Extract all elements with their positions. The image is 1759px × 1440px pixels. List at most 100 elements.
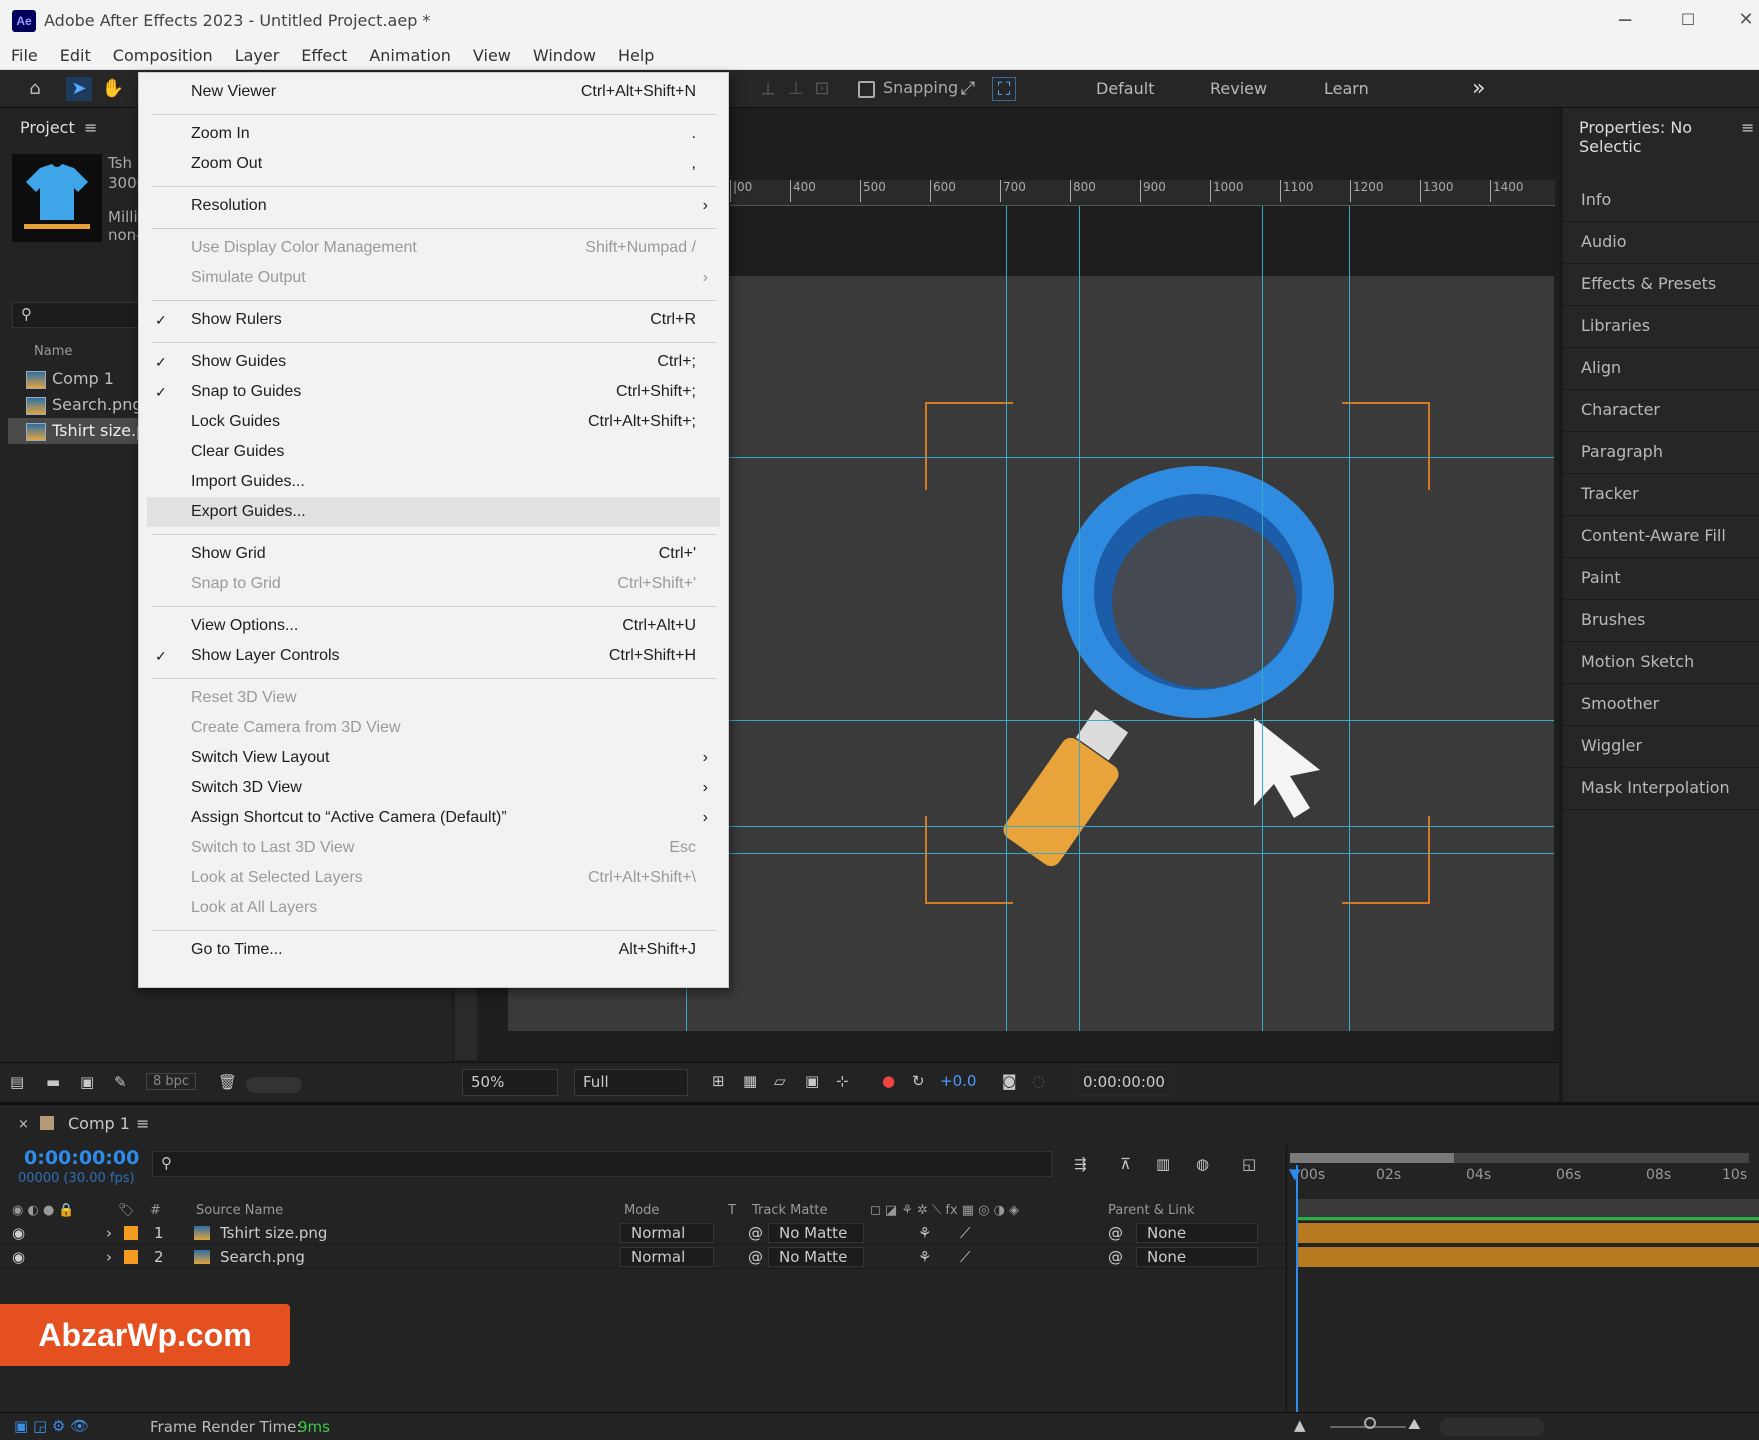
layer-switches-icon[interactable]: ▣ ◲ ⚙ 👁 [14, 1417, 89, 1435]
comp-tab[interactable]: Comp 1 [68, 1114, 130, 1133]
layer-duration-bar[interactable] [1296, 1223, 1759, 1243]
menu-item-switch-3d-view[interactable]: Switch 3D View › [139, 773, 728, 803]
menu-animation[interactable]: Animation [358, 46, 462, 65]
show-snapshot-icon[interactable]: ◌ [1032, 1072, 1045, 1090]
matte-pickwhip-icon[interactable]: @ [748, 1224, 763, 1242]
axis-world-icon[interactable]: ⊥ [786, 77, 806, 101]
menu-item-export-guides[interactable]: Export Guides... [147, 497, 720, 527]
current-timecode[interactable]: 0:00:00:00 [24, 1147, 139, 1169]
playhead[interactable] [1296, 1165, 1298, 1413]
transparency-grid-icon[interactable]: ▦ [743, 1072, 757, 1090]
menu-item-switch-view-layout[interactable]: Switch View Layout › [139, 743, 728, 773]
menu-item-assign-shortcut-to-active-camera-default[interactable]: Assign Shortcut to “Active Camera (Defau… [139, 803, 728, 833]
workspace-default[interactable]: Default [1096, 70, 1154, 108]
menu-layer[interactable]: Layer [224, 46, 291, 65]
menu-item-zoom-out[interactable]: Zoom Out, [139, 149, 728, 179]
expand-chevron-icon[interactable]: › [106, 1224, 112, 1242]
menu-item-show-rulers[interactable]: ✓ Show Rulers Ctrl+R [139, 305, 728, 335]
new-folder-icon[interactable]: ▬ [46, 1073, 60, 1091]
exposure-value[interactable]: +0.0 [940, 1072, 976, 1090]
home-icon[interactable]: ⌂ [22, 77, 48, 101]
magnification-dropdown[interactable]: 50% [462, 1069, 558, 1096]
resolution-dropdown[interactable]: Full [574, 1069, 688, 1096]
panel-paragraph[interactable]: Paragraph [1563, 432, 1759, 474]
panel-content-aware-fill[interactable]: Content-Aware Fill [1563, 516, 1759, 558]
axis-icon[interactable]: ⟂ [758, 77, 778, 101]
minimize-button[interactable]: ─ [1605, 6, 1645, 34]
menu-item-import-guides[interactable]: Import Guides... [139, 467, 728, 497]
frame-blending-icon[interactable]: ▥ [1156, 1155, 1170, 1173]
panel-info[interactable]: Info [1563, 180, 1759, 222]
guide-vertical[interactable] [1262, 206, 1263, 1031]
snapshot-icon[interactable]: ◙ [1002, 1072, 1017, 1090]
expand-chevron-icon[interactable]: › [106, 1248, 112, 1266]
mode-dropdown[interactable]: Normal [620, 1247, 714, 1267]
motion-blur-icon[interactable]: ◍ [1196, 1155, 1209, 1173]
quality-icon[interactable]: ⟋ [960, 1248, 971, 1266]
menu-item-view-options[interactable]: View Options... Ctrl+Alt+U [139, 611, 728, 641]
playhead-handle-icon[interactable]: ▼ [1289, 1165, 1301, 1183]
panel-menu-icon[interactable]: ≡ [84, 118, 97, 137]
zoom-slider-handle[interactable] [1364, 1417, 1376, 1429]
shy-icon[interactable]: ⚘ [918, 1224, 931, 1242]
mode-dropdown[interactable]: Normal [620, 1223, 714, 1243]
layer-duration-bar[interactable] [1296, 1247, 1759, 1267]
menu-effect[interactable]: Effect [290, 46, 358, 65]
guide-vertical[interactable] [1349, 206, 1350, 1031]
shy-icon[interactable]: ⚘ [918, 1248, 931, 1266]
eye-icon[interactable]: ◉ [12, 1248, 25, 1266]
menu-help[interactable]: Help [607, 46, 665, 65]
track-matte-dropdown[interactable]: No Matte [768, 1223, 864, 1243]
channel-icon[interactable]: ● [882, 1072, 895, 1090]
work-area-bar[interactable] [1296, 1217, 1759, 1220]
navigator-range[interactable] [1290, 1153, 1454, 1163]
mask-path-icon[interactable]: ▱ [774, 1072, 786, 1090]
guide-vertical[interactable] [1006, 206, 1007, 1031]
menu-item-go-to-time[interactable]: Go to Time... Alt+Shift+J [139, 935, 728, 965]
panel-paint[interactable]: Paint [1563, 558, 1759, 600]
guide-vertical[interactable] [1079, 206, 1080, 1031]
timeline-search-input[interactable]: ⚲ [152, 1151, 1052, 1177]
snapping-checkbox[interactable] [858, 81, 875, 98]
hand-tool-icon[interactable]: ✋ [100, 77, 126, 101]
layer-row[interactable]: ◉ › 2 Search.png Normal @ No Matte ⚘ ⟋ @… [0, 1245, 1290, 1269]
label-color-swatch[interactable] [124, 1226, 138, 1240]
parent-dropdown[interactable]: None [1136, 1247, 1258, 1267]
panel-libraries[interactable]: Libraries [1563, 306, 1759, 348]
grid-guide-options-icon[interactable]: ⊹ [836, 1072, 849, 1090]
thumbnail-slider[interactable] [246, 1077, 302, 1093]
name-column-header[interactable]: Name [34, 344, 72, 359]
menu-item-show-grid[interactable]: Show Grid Ctrl+' [139, 539, 728, 569]
zoom-in-icon[interactable]: ⛰ [1408, 1415, 1421, 1433]
graph-editor-icon[interactable]: ◱ [1242, 1155, 1256, 1173]
eye-icon[interactable]: ◉ [12, 1224, 25, 1242]
layer-name[interactable]: Tshirt size.png [220, 1224, 327, 1242]
axis-view-icon[interactable]: ⊡ [812, 77, 832, 101]
panel-tracker[interactable]: Tracker [1563, 474, 1759, 516]
panel-audio[interactable]: Audio [1563, 222, 1759, 264]
menu-composition[interactable]: Composition [102, 46, 224, 65]
workspace-review[interactable]: Review [1210, 70, 1267, 108]
workspace-learn[interactable]: Learn [1324, 70, 1369, 108]
close-button[interactable]: ✕ [1726, 6, 1759, 34]
menu-item-resolution[interactable]: Resolution › [139, 191, 728, 221]
matte-pickwhip-icon[interactable]: @ [748, 1248, 763, 1266]
menu-item-lock-guides[interactable]: Lock Guides Ctrl+Alt+Shift+; [139, 407, 728, 437]
time-navigator[interactable] [1290, 1153, 1749, 1163]
panel-brushes[interactable]: Brushes [1563, 600, 1759, 642]
menu-item-show-layer-controls[interactable]: ✓ Show Layer Controls Ctrl+Shift+H [139, 641, 728, 671]
menu-edit[interactable]: Edit [49, 46, 102, 65]
menu-item-clear-guides[interactable]: Clear Guides [139, 437, 728, 467]
selection-tool-icon[interactable]: ➤ [66, 77, 92, 101]
trash-icon[interactable]: 🗑 [218, 1073, 237, 1091]
panel-smoother[interactable]: Smoother [1563, 684, 1759, 726]
panel-motion-sketch[interactable]: Motion Sketch [1563, 642, 1759, 684]
new-composition-icon[interactable]: ▣ [80, 1073, 94, 1091]
status-scroll[interactable] [1440, 1418, 1544, 1436]
menu-item-zoom-in[interactable]: Zoom In. [139, 119, 728, 149]
adjust-icon[interactable]: ✎ [114, 1073, 127, 1091]
layer-row[interactable]: ◉ › 1 Tshirt size.png Normal @ No Matte … [0, 1221, 1290, 1245]
parent-pickwhip-icon[interactable]: @ [1108, 1248, 1123, 1266]
region-of-interest-icon[interactable]: ▣ [805, 1072, 819, 1090]
panel-align[interactable]: Align [1563, 348, 1759, 390]
